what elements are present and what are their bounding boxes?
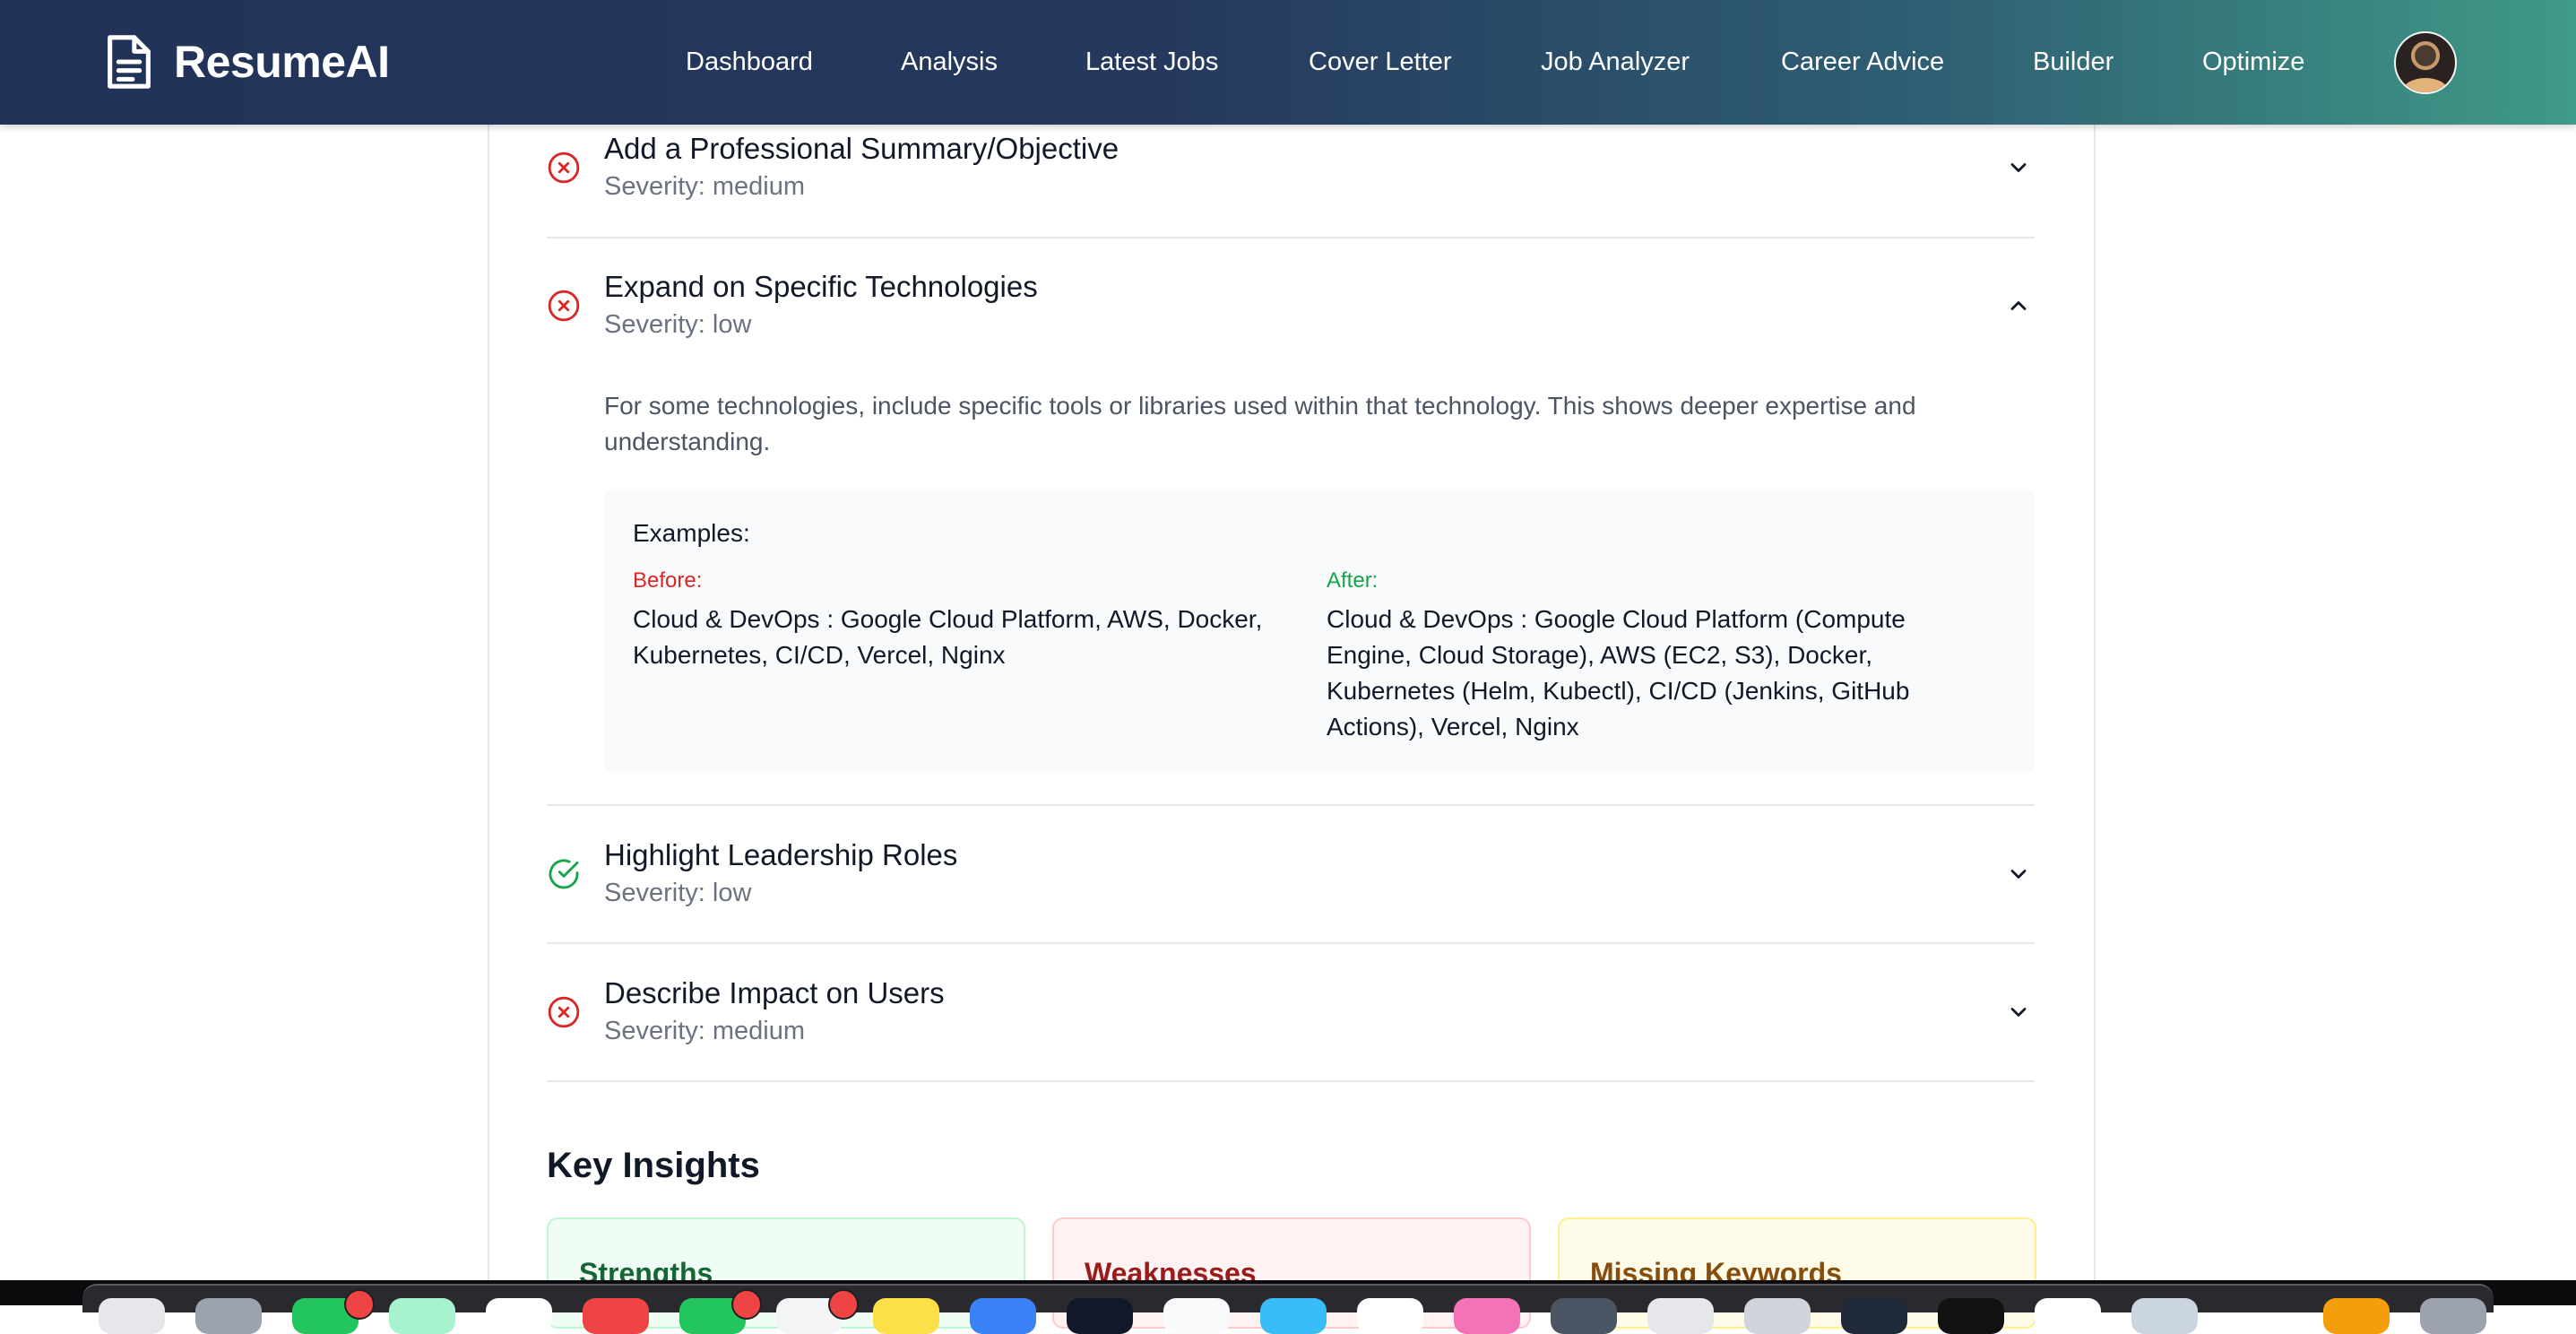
x-circle-icon <box>547 995 581 1029</box>
suggestion-title: Expand on Specific Technologies <box>604 270 1038 303</box>
key-insights-title: Key Insights <box>547 1146 760 1185</box>
chrome-icon[interactable] <box>1357 1298 1423 1334</box>
settings-icon[interactable] <box>1551 1298 1617 1334</box>
vscode-icon[interactable] <box>1841 1298 1907 1334</box>
textedit-icon[interactable] <box>1744 1298 1811 1334</box>
examples-heading: Examples: <box>633 519 750 547</box>
safari-icon[interactable] <box>1163 1298 1230 1334</box>
chevron-up-icon[interactable] <box>2006 293 2031 318</box>
divider <box>547 804 2035 806</box>
main-nav: Dashboard Analysis Latest Jobs Cover Let… <box>0 0 2576 125</box>
trash-icon[interactable] <box>2420 1298 2486 1334</box>
x-circle-icon <box>547 151 581 185</box>
divider <box>547 942 2035 944</box>
maps-icon[interactable] <box>389 1298 455 1334</box>
notification-badge <box>828 1289 859 1320</box>
after-label: After: <box>1327 568 1379 593</box>
suggestion-item-specific-technologies[interactable]: Expand on Specific Technologies Severity… <box>547 270 2035 351</box>
nav-link-builder[interactable]: Builder <box>2033 44 2114 80</box>
suggestion-description: For some technologies, include specific … <box>604 392 1916 455</box>
nav-link-analysis[interactable]: Analysis <box>901 44 998 80</box>
avatar-figure <box>2403 78 2448 92</box>
divider <box>547 237 2035 238</box>
xcode-icon[interactable] <box>1260 1298 1327 1334</box>
suggestion-title: Add a Professional Summary/Objective <box>604 132 1119 165</box>
suggestion-item-professional-summary[interactable]: Add a Professional Summary/Objective Sev… <box>547 132 2035 213</box>
before-example-text: Cloud & DevOps : Google Cloud Platform, … <box>633 605 1263 669</box>
terminal-icon[interactable] <box>1067 1298 1133 1334</box>
divider <box>547 1080 2035 1082</box>
after-example-text: Cloud & DevOps : Google Cloud Platform (… <box>1327 605 1910 741</box>
notification-badge <box>731 1289 762 1320</box>
app-store-icon[interactable] <box>970 1298 1036 1334</box>
suggestion-title: Highlight Leadership Roles <box>604 838 958 871</box>
suggestion-item-impact-on-users[interactable]: Describe Impact on Users Severity: mediu… <box>547 976 2035 1058</box>
x-circle-icon <box>547 289 581 323</box>
nav-link-latest-jobs[interactable]: Latest Jobs <box>1085 44 1218 80</box>
dock-background <box>82 1284 2494 1334</box>
preview-icon[interactable] <box>1647 1298 1714 1334</box>
top-navigation-bar: ResumeAI Dashboard Analysis Latest Jobs … <box>0 0 2576 125</box>
suggestion-item-leadership-roles[interactable]: Highlight Leadership Roles Severity: low <box>547 838 2035 920</box>
notification-badge <box>344 1289 375 1320</box>
nav-link-optimize[interactable]: Optimize <box>2202 44 2304 80</box>
suggestion-severity: Severity: medium <box>604 172 806 201</box>
calendar-icon[interactable] <box>486 1298 552 1334</box>
figma-icon[interactable] <box>2035 1298 2101 1334</box>
photos-icon[interactable] <box>1454 1298 1520 1334</box>
suggestion-severity: Severity: medium <box>604 1017 806 1045</box>
chevron-down-icon[interactable] <box>2006 862 2031 887</box>
check-circle-icon <box>547 857 581 891</box>
music-icon[interactable] <box>583 1298 649 1334</box>
nav-link-cover-letter[interactable]: Cover Letter <box>1309 44 1452 80</box>
suggestion-severity: Severity: low <box>604 879 752 907</box>
nav-link-job-analyzer[interactable]: Job Analyzer <box>1541 44 1690 80</box>
downloads-icon[interactable] <box>2131 1298 2198 1334</box>
os-dock <box>0 1280 2576 1334</box>
launchpad-icon[interactable] <box>195 1298 262 1334</box>
user-avatar[interactable] <box>2394 31 2457 94</box>
chevron-down-icon[interactable] <box>2006 155 2031 180</box>
before-label: Before: <box>633 568 703 593</box>
folder-icon[interactable] <box>2323 1298 2390 1334</box>
notes-icon[interactable] <box>873 1298 939 1334</box>
chevron-down-icon[interactable] <box>2006 1000 2031 1025</box>
notion-icon[interactable] <box>1938 1298 2004 1334</box>
suggestion-title: Describe Impact on Users <box>604 976 945 1009</box>
nav-link-dashboard[interactable]: Dashboard <box>686 44 813 80</box>
finder-icon[interactable] <box>99 1298 165 1334</box>
examples-panel: Examples: Before: After: Cloud & DevOps … <box>604 489 2035 774</box>
nav-link-career-advice[interactable]: Career Advice <box>1781 44 1944 80</box>
suggestion-severity: Severity: low <box>604 310 752 339</box>
